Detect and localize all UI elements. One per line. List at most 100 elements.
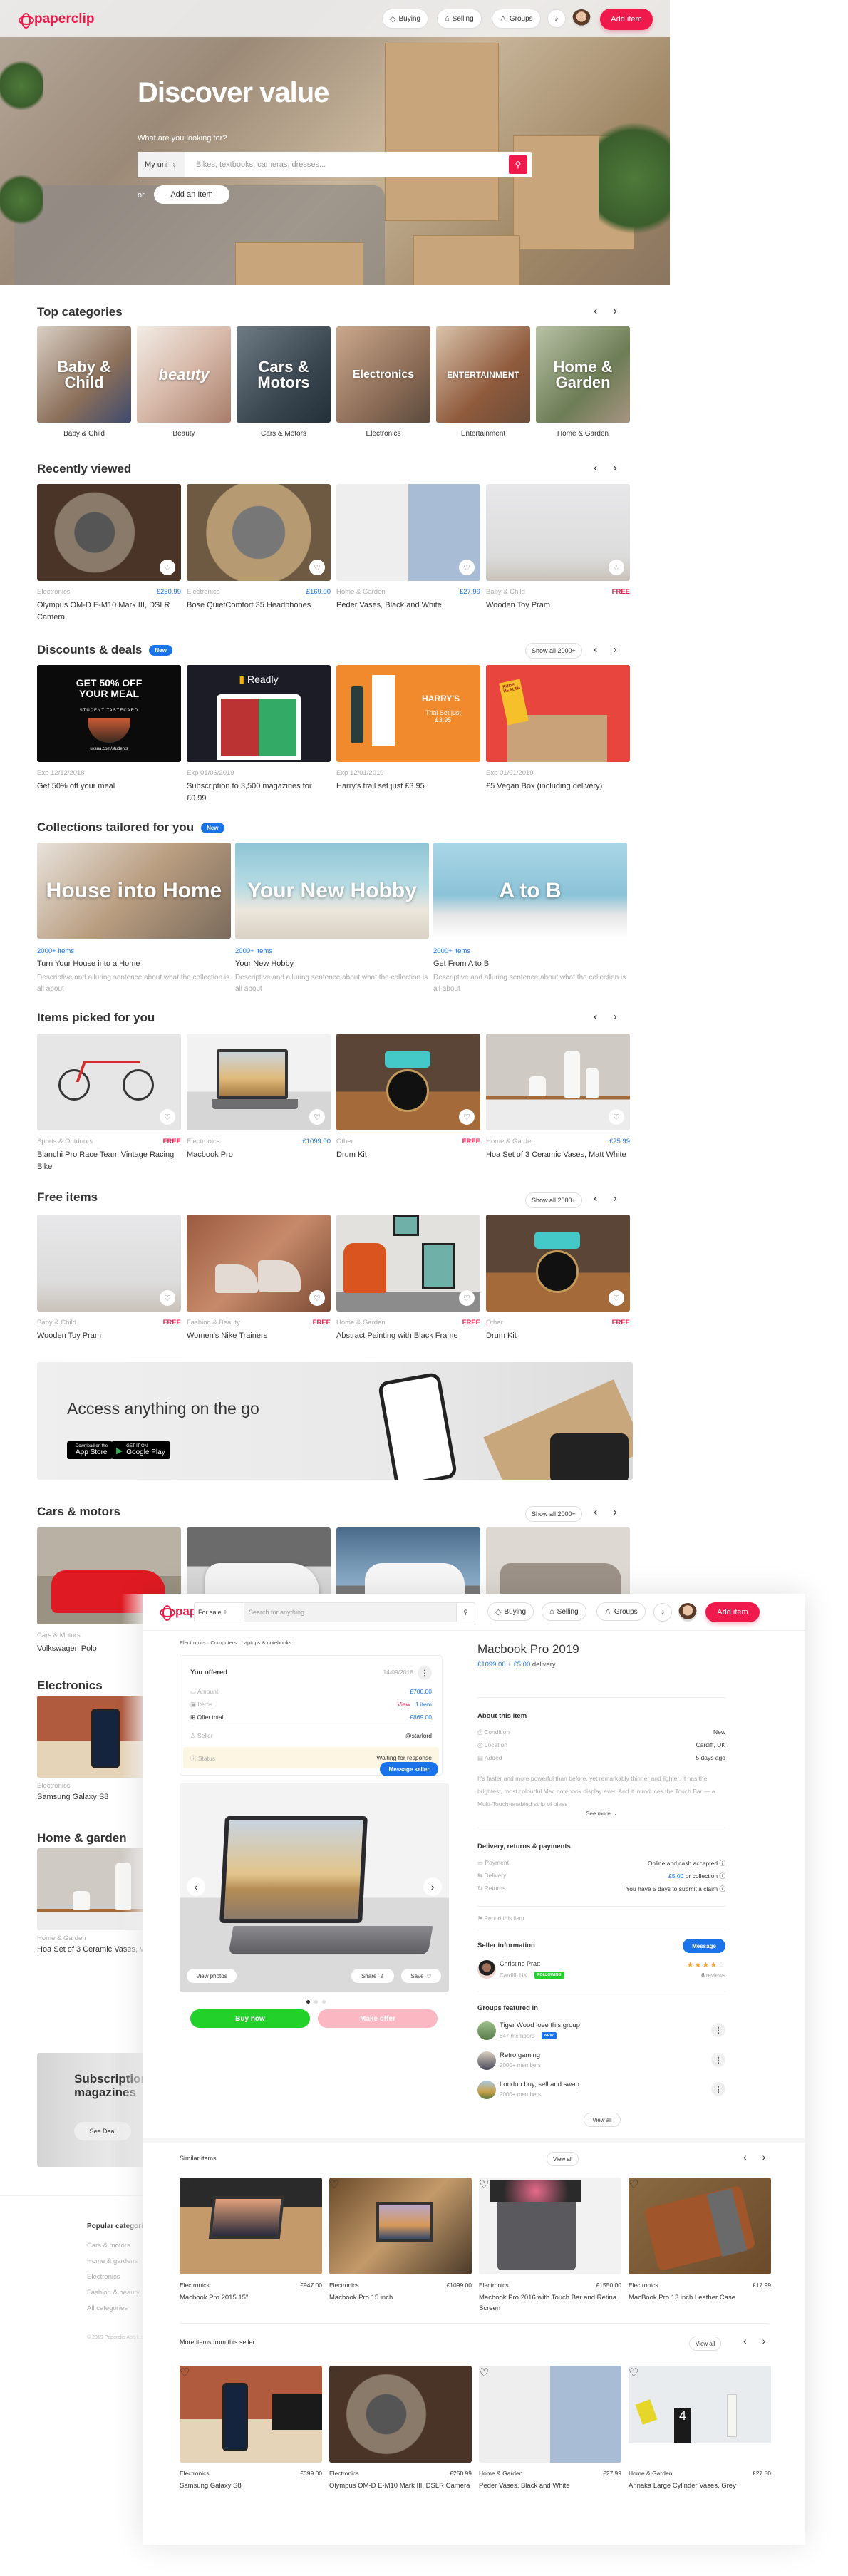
collection-card[interactable]: A to B 2000+ items Get From A to B Descr… bbox=[433, 843, 627, 994]
product-card[interactable]: ♡ Home & Garden FREE Abstract Painting wi… bbox=[336, 1215, 480, 1342]
heart-icon[interactable]: ♡ bbox=[459, 1109, 475, 1125]
seller-avatar[interactable] bbox=[477, 1960, 496, 1979]
report-item-link[interactable]: ⚑ Report this item bbox=[477, 1915, 524, 1922]
product-card[interactable]: ♡ Electronics £1099.00 Macbook Pro bbox=[187, 1034, 331, 1161]
chevron-right-icon[interactable]: › bbox=[613, 1192, 616, 1205]
deal-card[interactable]: ▮ Readly Exp 01/06/2019 Subscription to … bbox=[187, 665, 331, 805]
info-icon[interactable]: ⓘ bbox=[719, 1860, 725, 1867]
info-icon[interactable]: ⓘ bbox=[719, 1885, 725, 1892]
product-card[interactable]: ♡ Electronics £250.99 Olympus OM-D E-M10 … bbox=[37, 484, 181, 624]
app-store-button[interactable]: Download on the App Store bbox=[67, 1441, 113, 1459]
chevron-left-icon[interactable]: ‹ bbox=[594, 305, 597, 318]
chevron-right-icon[interactable]: › bbox=[762, 2335, 766, 2346]
group-item[interactable]: Retro gaming 2000+ members ⋮ bbox=[477, 2051, 725, 2071]
seller-name[interactable]: Christine Pratt bbox=[500, 1960, 540, 1967]
share-button[interactable]: Share ⇪ bbox=[351, 1969, 394, 1983]
notifications-bell-icon[interactable]: ♪ bbox=[653, 1603, 672, 1622]
product-card[interactable]: ♡ Electronics £17.99 MacBook Pro 13 inch … bbox=[629, 2178, 771, 2304]
deals-show-all-button[interactable]: Show all 2000+ bbox=[525, 643, 582, 659]
heart-icon[interactable]: ♡ bbox=[160, 1290, 175, 1306]
heart-icon[interactable]: ♡ bbox=[629, 2366, 771, 2380]
detail-search-scope-select[interactable]: For sale ⇕ bbox=[195, 1603, 244, 1622]
group-more-options-icon[interactable]: ⋮ bbox=[711, 2053, 725, 2067]
category-tile[interactable]: Electronics Electronics bbox=[336, 326, 430, 438]
product-card[interactable]: ♡ Home & Garden £27.99 Peder Vases, Black… bbox=[336, 484, 480, 612]
chevron-left-icon[interactable]: ‹ bbox=[743, 2335, 747, 2346]
add-item-button[interactable]: Add item bbox=[600, 9, 653, 30]
save-button[interactable]: Save ♡ bbox=[401, 1969, 441, 1983]
chevron-left-icon[interactable]: ‹ bbox=[594, 1011, 597, 1024]
chevron-right-icon[interactable]: › bbox=[613, 305, 616, 318]
view-photos-button[interactable]: View photos bbox=[187, 1969, 237, 1983]
more-from-seller-view-all-button[interactable]: View all bbox=[689, 2337, 722, 2351]
product-card[interactable]: ♡ Electronics £947.00 Macbook Pro 2015 15… bbox=[180, 2178, 322, 2304]
product-card[interactable]: ♡ Electronics £169.00 Bose QuietComfort 3… bbox=[187, 484, 331, 612]
gallery-next-chevron-right-icon[interactable]: › bbox=[423, 1877, 442, 1896]
heart-icon[interactable]: ♡ bbox=[160, 1109, 175, 1125]
buying-button[interactable]: ◇ Buying bbox=[382, 9, 429, 29]
view-items-link[interactable]: View bbox=[397, 1701, 410, 1708]
product-card[interactable]: ♡ Electronics £1099.00 Macbook Pro 15 inc… bbox=[329, 2178, 472, 2304]
category-tile[interactable]: Home & Garden Home & Garden bbox=[536, 326, 630, 438]
heart-icon[interactable]: ♡ bbox=[479, 2366, 621, 2380]
heart-icon[interactable]: ♡ bbox=[309, 1290, 325, 1306]
pagination-dot[interactable] bbox=[314, 2000, 318, 2004]
seller-reviews[interactable]: 6 reviews bbox=[701, 1972, 725, 1979]
chevron-right-icon[interactable]: › bbox=[613, 1506, 616, 1519]
product-card[interactable]: ♡ Fashion & Beauty FREE Women's Nike Trai… bbox=[187, 1215, 331, 1342]
paperclip-logo[interactable]: paperclip bbox=[19, 11, 94, 29]
buying-button[interactable]: ◇ Buying bbox=[487, 1602, 534, 1621]
collection-card[interactable]: Your New Hobby 2000+ items Your New Hobb… bbox=[235, 843, 429, 994]
heart-icon[interactable]: ♡ bbox=[180, 2366, 322, 2380]
buy-now-button[interactable]: Buy now bbox=[190, 2009, 310, 2028]
user-avatar[interactable] bbox=[678, 1603, 697, 1622]
heart-icon[interactable]: ♡ bbox=[309, 1109, 325, 1125]
heart-icon[interactable]: ♡ bbox=[629, 2178, 771, 2192]
message-seller-button[interactable]: Message seller bbox=[380, 1762, 438, 1776]
info-icon[interactable]: ⓘ bbox=[719, 1872, 725, 1880]
selling-button[interactable]: ⌂ Selling bbox=[542, 1602, 586, 1621]
chevron-right-icon[interactable]: › bbox=[762, 2151, 766, 2163]
see-more-button[interactable]: See more ⌄ bbox=[477, 1810, 725, 1817]
product-card[interactable]: ♡ Baby & Child FREE Wooden Toy Pram bbox=[37, 1215, 181, 1342]
group-more-options-icon[interactable]: ⋮ bbox=[711, 2082, 725, 2096]
deal-card[interactable]: RUDE HEALTH Exp 01/01/2019 £5 Vegan Box … bbox=[486, 665, 630, 793]
following-badge[interactable]: FOLLOWING bbox=[534, 1972, 564, 1979]
product-card[interactable]: ♡ Baby & Child FREE Wooden Toy Pram bbox=[486, 484, 630, 612]
pagination-dot-active[interactable] bbox=[306, 2000, 310, 2004]
group-item[interactable]: Tiger Wood love this group 847 members NE… bbox=[477, 2021, 725, 2041]
heart-icon[interactable]: ♡ bbox=[459, 560, 475, 575]
category-tile[interactable]: ENTERTAINMENT Entertainment bbox=[436, 326, 530, 438]
search-scope-select[interactable]: My uni ⇕ bbox=[138, 152, 185, 177]
product-card[interactable]: ♡ Electronics £1550.00 Macbook Pro 2016 w… bbox=[479, 2178, 621, 2314]
product-card[interactable]: ♡ Other FREE Drum Kit bbox=[336, 1034, 480, 1161]
collection-card[interactable]: House into Home 2000+ items Turn Your Ho… bbox=[37, 843, 231, 994]
heart-icon[interactable]: ♡ bbox=[329, 2178, 472, 2192]
search-icon[interactable]: ⚲ bbox=[456, 1603, 475, 1622]
product-card[interactable]: ♡ Home & Garden £27.99 Peder Vases, Black… bbox=[479, 2366, 621, 2492]
chevron-left-icon[interactable]: ‹ bbox=[594, 1506, 597, 1519]
product-card[interactable]: ♡ Home & Garden £25.99 Hoa Set of 3 Ceram… bbox=[486, 1034, 630, 1161]
heart-icon[interactable]: ♡ bbox=[609, 1290, 624, 1306]
heart-icon[interactable]: ♡ bbox=[609, 1109, 624, 1125]
groups-view-all-button[interactable]: View all bbox=[584, 2113, 621, 2127]
product-card[interactable]: ♡ Electronics £250.99 Olympus OM-D E-M10 … bbox=[329, 2366, 472, 2492]
category-tile[interactable]: Baby & Child Baby & Child bbox=[37, 326, 131, 438]
group-item[interactable]: London buy, sell and swap 2000+ members … bbox=[477, 2081, 725, 2101]
detail-search-input[interactable]: Search for anything bbox=[244, 1603, 456, 1622]
heart-icon[interactable]: ♡ bbox=[309, 560, 325, 575]
similar-view-all-button[interactable]: View all bbox=[547, 2152, 579, 2166]
chevron-right-icon[interactable]: › bbox=[613, 644, 616, 656]
heart-icon[interactable]: ♡ bbox=[609, 560, 624, 575]
make-offer-button[interactable]: Make offer bbox=[318, 2009, 438, 2028]
deal-card[interactable]: GET 50% OFF YOUR MEAL STUDENT TASTECARD … bbox=[37, 665, 181, 793]
notifications-bell-icon[interactable]: ♪ bbox=[547, 9, 566, 28]
groups-button[interactable]: ♙ Groups bbox=[596, 1602, 646, 1621]
chevron-right-icon[interactable]: › bbox=[613, 1011, 616, 1024]
breadcrumb[interactable]: Electronics · Computers · Laptops & note… bbox=[180, 1639, 291, 1646]
gallery-prev-chevron-left-icon[interactable]: ‹ bbox=[187, 1877, 205, 1896]
more-options-icon[interactable]: ⋮ bbox=[418, 1666, 432, 1680]
message-button[interactable]: Message bbox=[683, 1939, 725, 1953]
add-an-item-button[interactable]: Add an Item bbox=[154, 185, 229, 204]
free-items-show-all-button[interactable]: Show all 2000+ bbox=[525, 1192, 582, 1208]
